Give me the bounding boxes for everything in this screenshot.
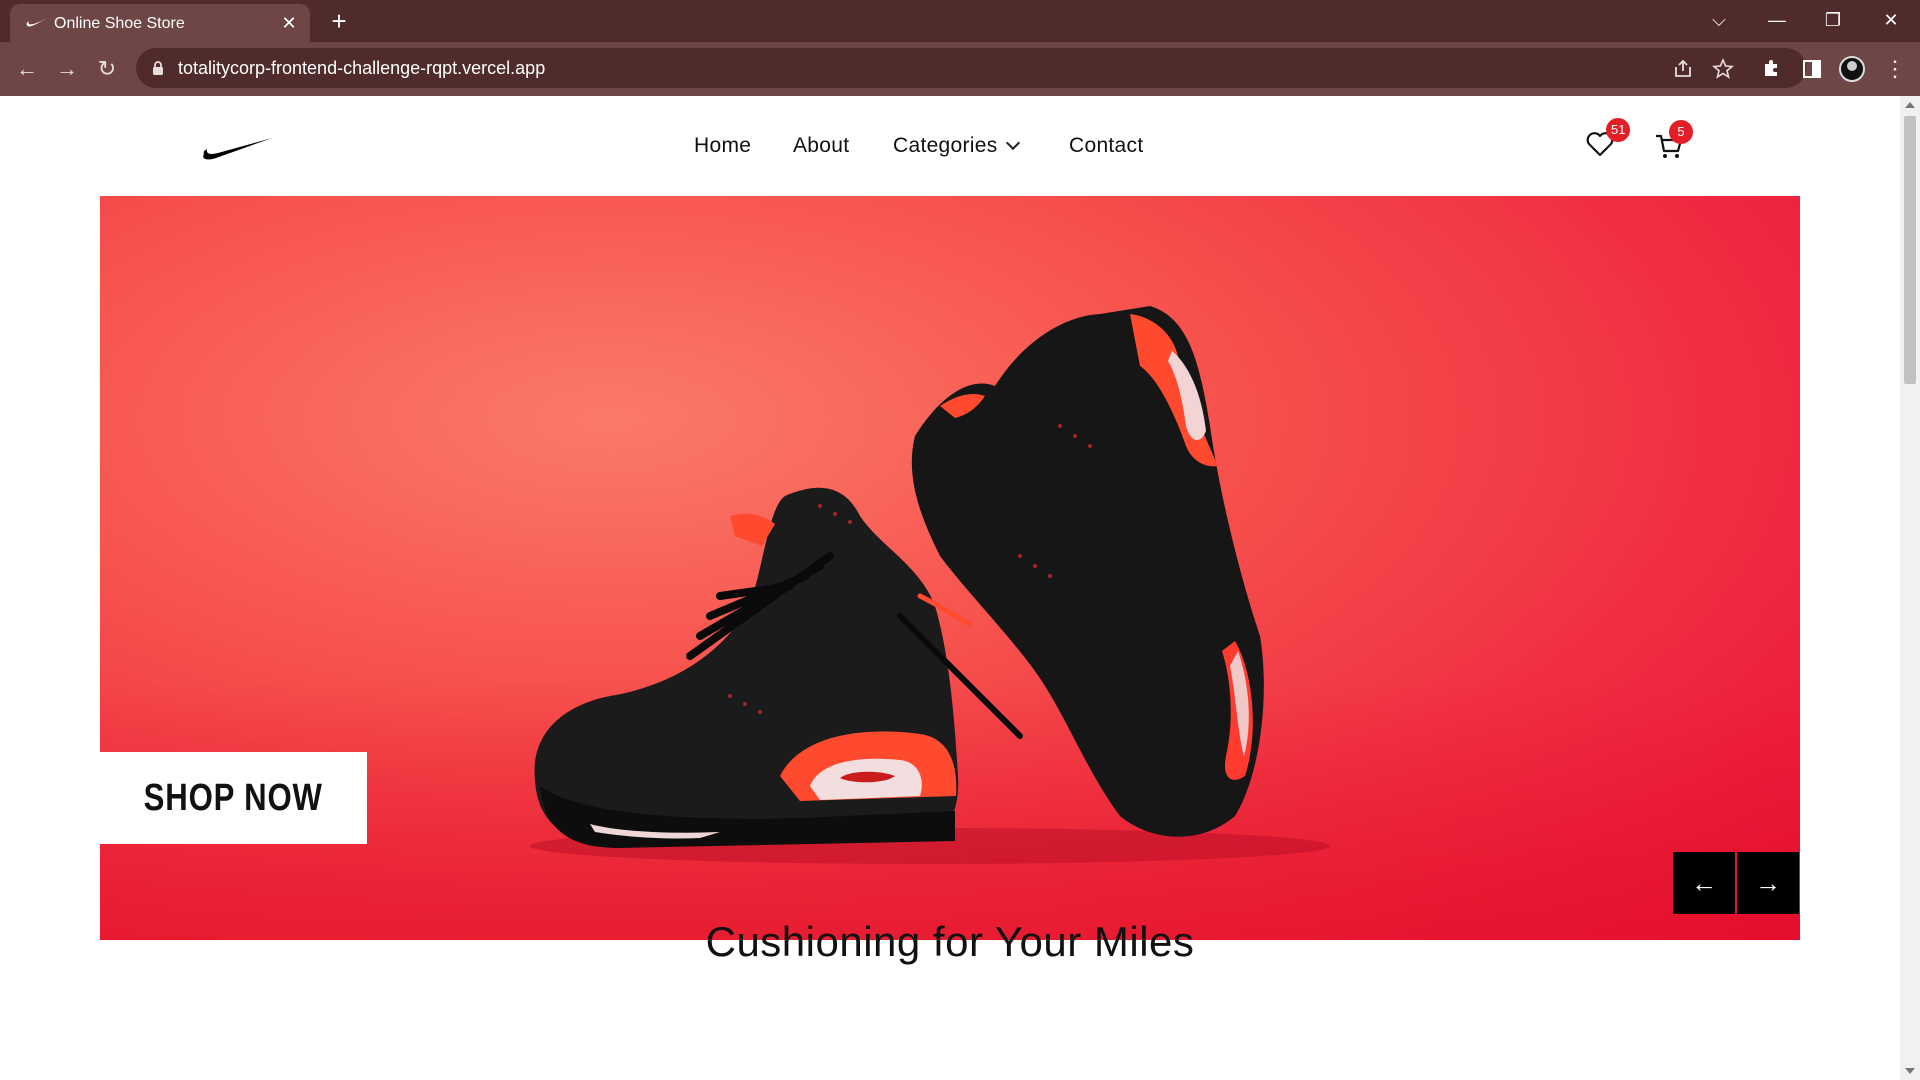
hero-banner: SHOP NOW ← → (100, 196, 1800, 940)
address-bar[interactable]: totalitycorp-frontend-challenge-rqpt.ver… (136, 48, 1806, 88)
minimize-button[interactable]: — (1762, 6, 1792, 34)
nav-categories-label: Categories (893, 134, 998, 157)
shop-now-button[interactable]: SHOP NOW (100, 752, 367, 844)
wishlist-button[interactable]: 51 (1584, 118, 1631, 160)
nike-logo[interactable] (198, 132, 274, 162)
lock-icon (153, 61, 163, 75)
wishlist-count-badge: 51 (1606, 118, 1631, 142)
cart-count-badge: 5 (1669, 120, 1693, 144)
cart-button[interactable]: 5 (1653, 120, 1693, 162)
section-title: Cushioning for Your Miles (705, 918, 1195, 965)
profile-avatar[interactable] (1839, 56, 1865, 82)
nike-swoosh-favicon-icon (26, 18, 47, 27)
nav-categories[interactable]: Categories (893, 134, 1020, 158)
browser-toolbar: ← → ↻ totalitycorp-frontend-challenge-rq… (0, 42, 1920, 96)
forward-button[interactable]: → (52, 54, 82, 84)
nav-about[interactable]: About (793, 134, 849, 158)
tab-search-icon[interactable]: ⌵ (1704, 6, 1734, 34)
chevron-down-icon (1005, 135, 1020, 151)
page-viewport: Home About Categories Contact 51 5 SHOP … (0, 96, 1900, 1080)
share-icon[interactable] (1670, 56, 1696, 82)
scroll-down-icon[interactable] (1905, 1068, 1915, 1074)
extensions-icon[interactable] (1757, 54, 1787, 84)
page-scrollbar[interactable] (1900, 96, 1920, 1080)
back-button[interactable]: ← (12, 54, 42, 84)
reload-button[interactable]: ↻ (92, 54, 122, 84)
shop-now-label: SHOP NOW (143, 776, 324, 819)
bookmark-star-icon[interactable] (1710, 56, 1736, 82)
browser-tab[interactable]: Online Shoe Store ✕ (10, 4, 310, 42)
nav-contact[interactable]: Contact (1069, 134, 1143, 158)
close-window-button[interactable]: ✕ (1876, 6, 1906, 34)
side-panel-icon[interactable] (1797, 54, 1827, 84)
restore-button[interactable]: ❐ (1818, 6, 1848, 34)
hero-next-button[interactable]: → (1737, 852, 1799, 914)
tab-close-icon[interactable]: ✕ (278, 12, 300, 34)
nav-home[interactable]: Home (694, 134, 751, 158)
hero-prev-button[interactable]: ← (1673, 852, 1735, 914)
scroll-thumb[interactable] (1904, 116, 1916, 384)
browser-tabstrip: Online Shoe Store ✕ + ⌵ — ❐ ✕ (0, 0, 1920, 42)
url-text[interactable]: totalitycorp-frontend-challenge-rqpt.ver… (178, 58, 545, 79)
scroll-up-icon[interactable] (1905, 102, 1915, 108)
new-tab-button[interactable]: + (326, 8, 352, 34)
browser-menu-icon[interactable]: ⋮ (1884, 54, 1906, 84)
sneakers-image (530, 306, 1330, 864)
tab-title: Online Shoe Store (54, 15, 185, 32)
